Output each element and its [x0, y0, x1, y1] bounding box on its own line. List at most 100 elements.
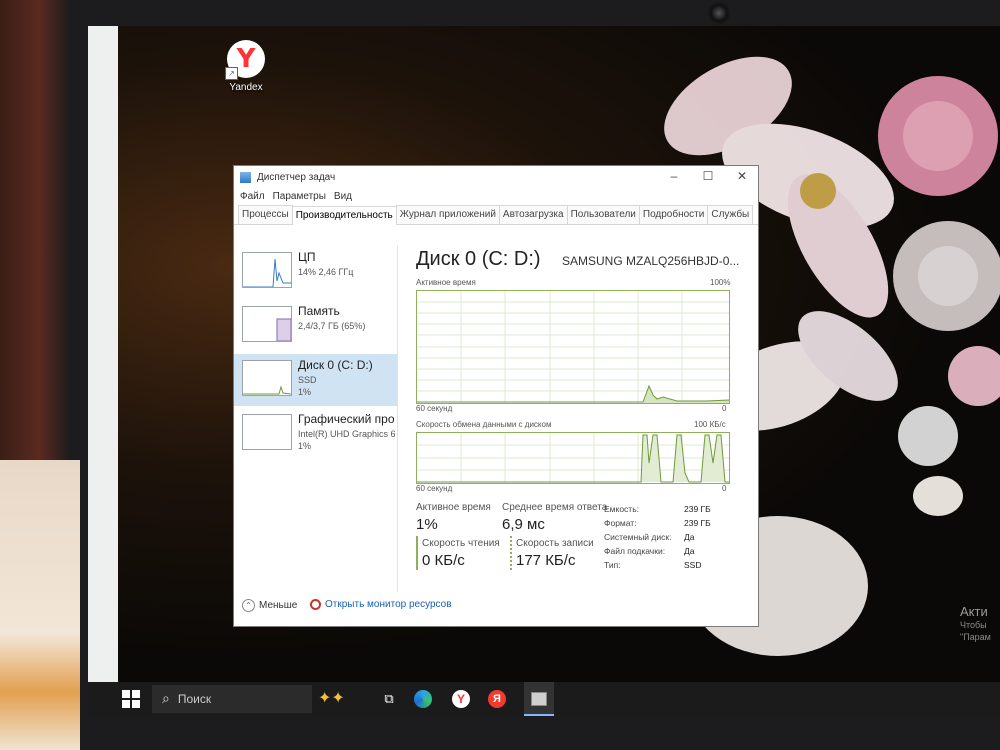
resource-usage: 1% [298, 441, 312, 451]
disk-details-panel: Диск 0 (C: D:) SAMSUNG MZALQ256HBJD-0...… [416, 246, 746, 592]
resource-name: Диск 0 (C: D:) [298, 358, 373, 372]
disk-model: SAMSUNG MZALQ256HBJD-0... [562, 254, 740, 268]
resource-detail: Intel(R) UHD Graphics 6 [298, 429, 396, 439]
resource-detail: SSD [298, 375, 317, 385]
shortcut-arrow-icon: ↗ [225, 67, 238, 80]
desktop-icon-label: Yandex [229, 82, 263, 93]
graph1-time: 60 секунд [416, 404, 453, 413]
menu-view[interactable]: Вид [334, 191, 352, 202]
gpu-mini-graph [242, 414, 292, 450]
capacity-value: 239 ГБ [684, 504, 711, 514]
graph1-label: Активное время [416, 278, 476, 287]
window-title: Диспетчер задач [257, 171, 336, 183]
resource-name: Графический про [298, 412, 395, 426]
active-time-label: Активное время [416, 502, 491, 513]
activation-line-1: Чтобы [960, 620, 987, 630]
menu-file[interactable]: Файл [240, 191, 265, 202]
disk-mini-graph [242, 360, 292, 396]
capacity-label: Емкость: [604, 504, 639, 514]
tab-users[interactable]: Пользователи [566, 205, 640, 224]
resource-memory[interactable]: Память 2,4/3,7 ГБ (65%) [234, 300, 398, 352]
yandex-browser-icon: Y ↗ [225, 40, 265, 80]
yandex-browser-taskbar-icon[interactable]: Y [452, 690, 470, 708]
webcam [708, 2, 730, 24]
task-view-icon[interactable]: ⧉ [378, 688, 400, 710]
yandex-desktop-shortcut[interactable]: Y ↗ Yandex [216, 40, 276, 93]
window-footer: ⌃ Меньше Открыть монитор ресурсов [234, 596, 758, 618]
disk-title: Диск 0 (C: D:) [416, 248, 541, 270]
screen-left-edge [88, 26, 118, 686]
resource-monitor-icon [310, 599, 321, 610]
type-label: Тип: [604, 560, 621, 570]
cpu-mini-graph [242, 252, 292, 288]
pane-divider[interactable] [397, 246, 398, 592]
active-app-indicator [524, 714, 554, 716]
fewer-details-button[interactable]: ⌃ Меньше [242, 599, 297, 612]
avg-response-value: 6,9 мс [502, 516, 545, 533]
format-label: Формат: [604, 518, 637, 528]
chevron-up-icon: ⌃ [242, 599, 255, 612]
resource-usage: 1% [298, 387, 312, 397]
edge-browser-icon[interactable] [414, 690, 432, 708]
menu-options[interactable]: Параметры [273, 191, 326, 202]
read-speed-value: 0 КБ/с [422, 552, 465, 569]
page-file-value: Да [684, 546, 695, 556]
close-button[interactable]: ✕ [732, 169, 752, 183]
resource-detail: 14% 2,46 ГГц [298, 267, 354, 277]
graph2-label: Скорость обмена данными с диском [416, 420, 552, 429]
taskbar: ⌕ Поиск ✦✦ ⧉ Y Я [88, 682, 1000, 716]
start-button[interactable] [122, 690, 140, 708]
resource-detail: 2,4/3,7 ГБ (65%) [298, 321, 366, 331]
write-speed-value: 177 КБ/с [516, 552, 576, 569]
read-indicator-bar [416, 536, 418, 570]
read-speed-label: Скорость чтения [422, 538, 500, 549]
tab-services[interactable]: Службы [707, 205, 754, 224]
resource-disk[interactable]: Диск 0 (C: D:) SSD 1% [234, 354, 398, 406]
menu-bar: Файл Параметры Вид [234, 188, 758, 204]
tab-processes[interactable]: Процессы [238, 205, 293, 224]
search-highlights-icon[interactable]: ✦✦ [318, 688, 345, 707]
graph1-min: 0 [722, 404, 727, 413]
taskbar-search-box[interactable]: ⌕ Поиск [152, 685, 312, 713]
resource-cpu[interactable]: ЦП 14% 2,46 ГГц [234, 246, 398, 298]
minimize-button[interactable]: – [664, 169, 684, 183]
graph1-max: 100% [710, 278, 731, 287]
activation-line-2: "Парам [960, 632, 991, 642]
write-indicator-bar [510, 536, 514, 570]
resource-gpu[interactable]: Графический про Intel(R) UHD Graphics 6 … [234, 408, 398, 460]
maximize-button[interactable]: ☐ [698, 169, 718, 183]
format-value: 239 ГБ [684, 518, 711, 528]
graph2-time: 60 секунд [416, 484, 453, 493]
tab-details[interactable]: Подробности [638, 205, 709, 224]
resource-list: ЦП 14% 2,46 ГГц Память 2,4/3,7 ГБ (65%) … [234, 246, 398, 592]
title-bar[interactable]: Диспетчер задач – ☐ ✕ [234, 166, 758, 188]
system-disk-label: Системный диск: [604, 532, 672, 542]
avg-response-label: Среднее время ответа [502, 502, 608, 513]
task-manager-window: Диспетчер задач – ☐ ✕ Файл Параметры Вид… [234, 166, 758, 626]
tab-strip: Процессы Производительность Журнал прило… [234, 204, 758, 225]
tab-performance[interactable]: Производительность [291, 206, 397, 225]
system-disk-value: Да [684, 532, 695, 542]
screen: Y ↗ Yandex Акти Чтобы "Парам Диспетчер за… [88, 26, 1000, 716]
search-placeholder: Поиск [177, 692, 212, 706]
yandex-app-icon[interactable]: Я [488, 690, 506, 708]
memory-mini-graph [242, 306, 292, 342]
active-time-value: 1% [416, 516, 438, 533]
task-manager-taskbar-icon[interactable] [524, 682, 554, 716]
windows-activation-watermark: Акти Чтобы "Парам [960, 604, 991, 643]
resource-name: Память [298, 304, 340, 318]
tab-app-history[interactable]: Журнал приложений [395, 205, 500, 224]
graph2-max: 100 КБ/с [694, 420, 726, 429]
active-time-graph [416, 290, 730, 404]
tab-startup[interactable]: Автозагрузка [498, 205, 568, 224]
fewer-details-label: Меньше [259, 600, 298, 611]
task-manager-icon [240, 171, 251, 183]
resource-name: ЦП [298, 250, 316, 264]
transfer-rate-graph [416, 432, 730, 484]
write-speed-label: Скорость записи [516, 538, 594, 549]
type-value: SSD [684, 560, 702, 570]
open-resource-monitor-link[interactable]: Открыть монитор ресурсов [310, 599, 452, 610]
resource-monitor-label: Открыть монитор ресурсов [325, 599, 452, 610]
page-file-label: Файл подкачки: [604, 546, 666, 556]
task-manager-mini-icon [531, 692, 547, 706]
